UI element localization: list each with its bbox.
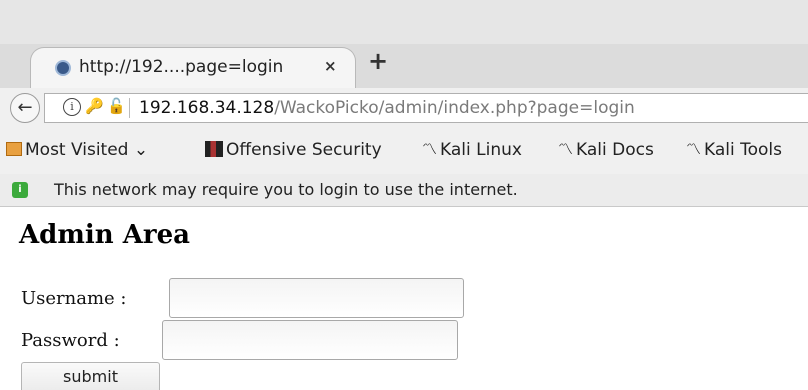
offsec-icon: [205, 140, 223, 157]
address-bar[interactable]: i 🔑 🔓 192.168.34.128/WackoPicko/admin/in…: [44, 93, 808, 123]
folder-icon: [6, 141, 22, 156]
key-icon[interactable]: 🔑: [85, 97, 104, 115]
username-label: Username :: [21, 288, 127, 309]
bookmark-kali-tools[interactable]: 〽 Kali Tools: [686, 140, 782, 160]
active-tab[interactable]: http://192....page=login ×: [30, 47, 356, 88]
submit-button[interactable]: submit: [21, 362, 160, 390]
bookmark-kali-docs[interactable]: 〽 Kali Docs: [558, 140, 654, 160]
info-icon[interactable]: i: [63, 98, 81, 116]
url-separator: [129, 98, 130, 118]
tab-strip: http://192....page=login ×: [0, 44, 808, 89]
bookmark-offensive-security[interactable]: Offensive Security: [205, 140, 382, 160]
url-host: 192.168.34.128: [139, 98, 275, 118]
bookmark-label: Kali Tools: [704, 140, 783, 160]
bookmark-label: Offensive Security: [226, 140, 382, 160]
tab-close-icon[interactable]: ×: [324, 57, 337, 75]
kali-dragon-icon: 〽: [558, 140, 574, 158]
username-input[interactable]: [169, 278, 464, 318]
insecure-lock-icon[interactable]: 🔓: [107, 97, 126, 115]
tab-title: http://192....page=login: [79, 57, 284, 77]
bookmark-label: Kali Docs: [576, 140, 654, 160]
notification-text: This network may require you to login to…: [54, 180, 518, 199]
password-label: Password :: [21, 330, 120, 351]
notification-icon: i: [12, 182, 28, 198]
kali-dragon-icon: 〽: [422, 140, 438, 158]
globe-favicon-icon: [55, 60, 71, 76]
back-button[interactable]: ←: [10, 93, 40, 123]
navigation-bar: ← i 🔑 🔓 192.168.34.128/WackoPicko/admin/…: [0, 88, 808, 129]
url-text[interactable]: 192.168.34.128/WackoPicko/admin/index.ph…: [139, 98, 635, 118]
chevron-down-icon: ⌄: [128, 140, 149, 160]
password-input[interactable]: [162, 320, 458, 360]
page-content: Admin Area Username : Password : submit: [0, 206, 808, 390]
bookmark-label: Kali Linux: [440, 140, 522, 160]
new-tab-button[interactable]: +: [368, 48, 388, 74]
bookmark-label: Most Visited: [25, 140, 129, 160]
captive-portal-notification[interactable]: i This network may require you to login …: [0, 174, 808, 207]
bookmarks-toolbar: Most Visited ⌄ Offensive Security 〽 Kali …: [0, 128, 808, 175]
bookmark-kali-linux[interactable]: 〽 Kali Linux: [422, 140, 522, 160]
url-path: /WackoPicko/admin/index.php?page=login: [274, 98, 635, 118]
bookmark-most-visited[interactable]: Most Visited ⌄: [6, 140, 148, 160]
window-titlebar: [0, 0, 808, 44]
kali-dragon-icon: 〽: [686, 140, 702, 158]
page-title: Admin Area: [19, 220, 190, 250]
